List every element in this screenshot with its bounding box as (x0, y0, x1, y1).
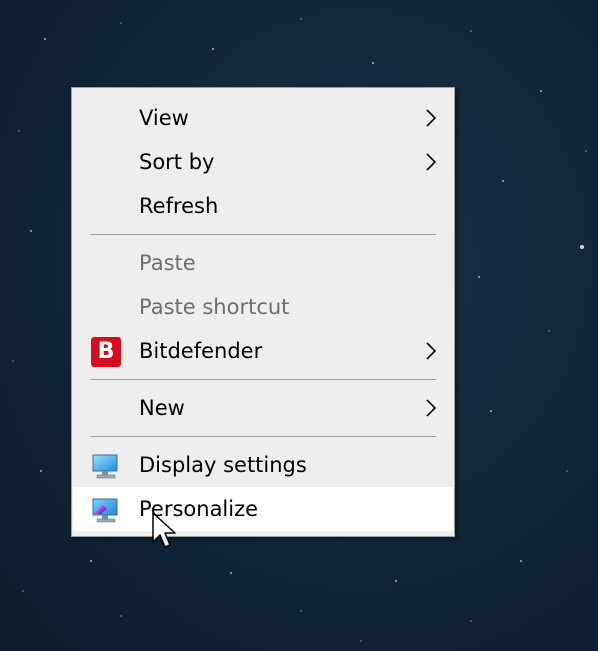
menu-item-label: New (139, 395, 185, 420)
display-settings-icon (92, 454, 118, 479)
personalize-icon (92, 498, 118, 523)
menu-item-personalize[interactable]: Personalize (73, 487, 453, 531)
bitdefender-icon: B (91, 337, 121, 367)
menu-item-paste-shortcut: Paste shortcut (73, 285, 453, 329)
chevron-right-icon (426, 109, 437, 127)
menu-item-label: View (139, 105, 189, 130)
menu-separator (90, 234, 436, 235)
menu-item-paste: Paste (73, 241, 453, 285)
menu-item-view[interactable]: View (73, 96, 453, 140)
menu-item-label: Sort by (139, 149, 215, 174)
menu-separator (90, 379, 436, 380)
menu-separator (90, 436, 436, 437)
menu-item-label: Bitdefender (139, 338, 263, 363)
mouse-pointer-icon (152, 512, 176, 548)
chevron-right-icon (426, 153, 437, 171)
menu-item-display-settings[interactable]: Display settings (73, 443, 453, 487)
chevron-right-icon (426, 399, 437, 417)
menu-item-label: Display settings (139, 452, 307, 477)
menu-item-bitdefender[interactable]: B Bitdefender (73, 329, 453, 373)
menu-item-sort-by[interactable]: Sort by (73, 140, 453, 184)
menu-item-refresh[interactable]: Refresh (73, 184, 453, 228)
menu-item-label: Paste shortcut (139, 294, 290, 319)
desktop-context-menu: View Sort by Refresh Paste Paste shortcu… (71, 87, 455, 537)
menu-item-label: Paste (139, 250, 196, 275)
menu-item-new[interactable]: New (73, 386, 453, 430)
chevron-right-icon (426, 342, 437, 360)
menu-item-label: Refresh (139, 193, 219, 218)
